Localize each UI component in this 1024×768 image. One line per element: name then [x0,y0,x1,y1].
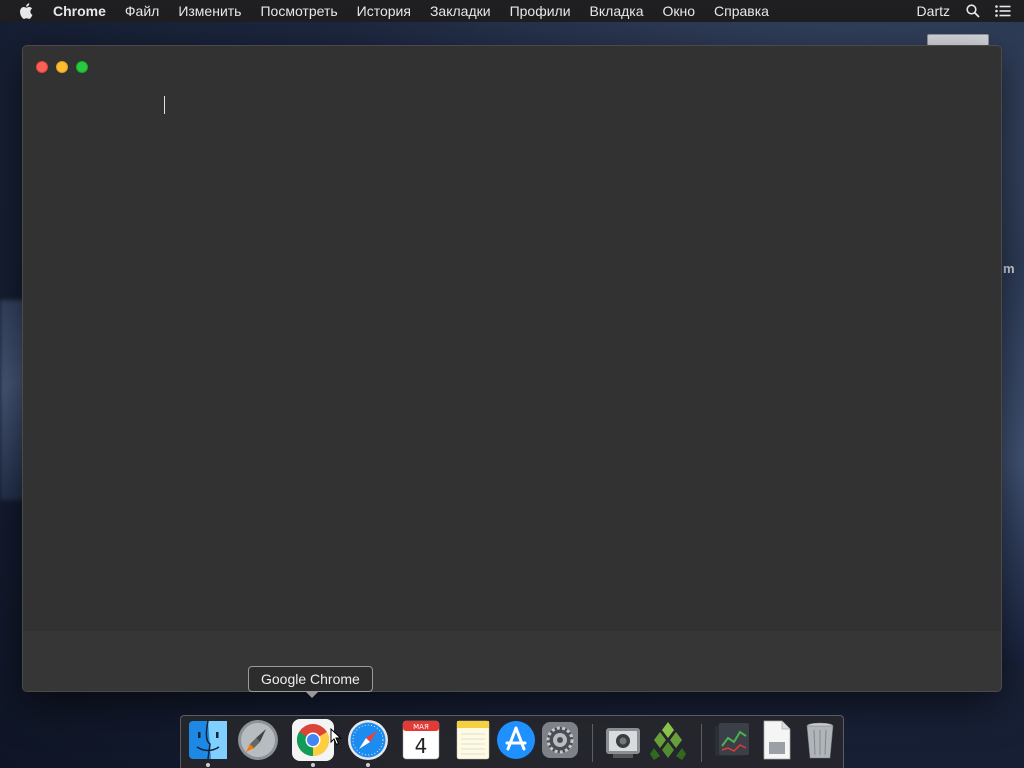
zoom-window-button[interactable] [76,61,88,73]
menu-view[interactable]: Посмотреть [260,3,337,19]
menu-help[interactable]: Справка [714,3,769,19]
menu-bar: Chrome Файл Изменить Посмотреть История … [0,0,1024,22]
chrome-window[interactable] [22,45,1002,692]
menu-history[interactable]: История [357,3,411,19]
launchpad-icon[interactable] [236,718,280,762]
menu-profiles[interactable]: Профили [510,3,571,19]
notification-center-icon[interactable] [994,2,1012,20]
menu-bookmarks[interactable]: Закладки [430,3,491,19]
dock: МАЯ 4 [180,715,844,768]
document-icon[interactable] [754,718,798,762]
menu-window[interactable]: Окно [663,3,696,19]
google-chrome-icon[interactable] [291,718,335,762]
spotlight-search-icon[interactable] [964,2,982,20]
finder-running-indicator [206,763,210,767]
calendar-day: 4 [415,734,428,758]
image-capture-icon[interactable] [601,718,645,762]
menu-edit[interactable]: Изменить [178,3,241,19]
chrome-running-indicator [311,763,315,767]
calendar-month: МАЯ [413,723,429,731]
safari-icon[interactable] [346,718,390,762]
app-store-icon[interactable] [494,718,538,762]
safari-running-indicator [366,763,370,767]
dock-tooltip: Google Chrome [248,666,373,698]
green-pyramid-app-icon[interactable] [646,718,690,762]
menu-file[interactable]: Файл [125,3,159,19]
close-window-button[interactable] [36,61,48,73]
apple-menu-icon[interactable] [19,3,37,19]
trash-icon[interactable] [798,718,842,762]
stocks-folder-icon[interactable] [709,718,753,762]
menu-tab[interactable]: Вкладка [590,3,644,19]
dock-separator [592,724,593,762]
text-cursor [164,96,165,114]
window-footer [23,631,1001,691]
menu-app-chrome[interactable]: Chrome [53,3,106,19]
minimize-window-button[interactable] [56,61,68,73]
finder-icon[interactable] [186,718,230,762]
notes-icon[interactable] [451,718,495,762]
system-preferences-icon[interactable] [538,718,582,762]
mouse-pointer-icon [330,728,342,746]
traffic-lights [36,61,96,73]
menu-extras: Dartz [917,2,1024,20]
dock-separator-2 [701,724,702,762]
calendar-icon[interactable]: МАЯ 4 [399,718,443,762]
desktop-item-label: m [1003,261,1015,276]
user-name[interactable]: Dartz [917,3,950,19]
